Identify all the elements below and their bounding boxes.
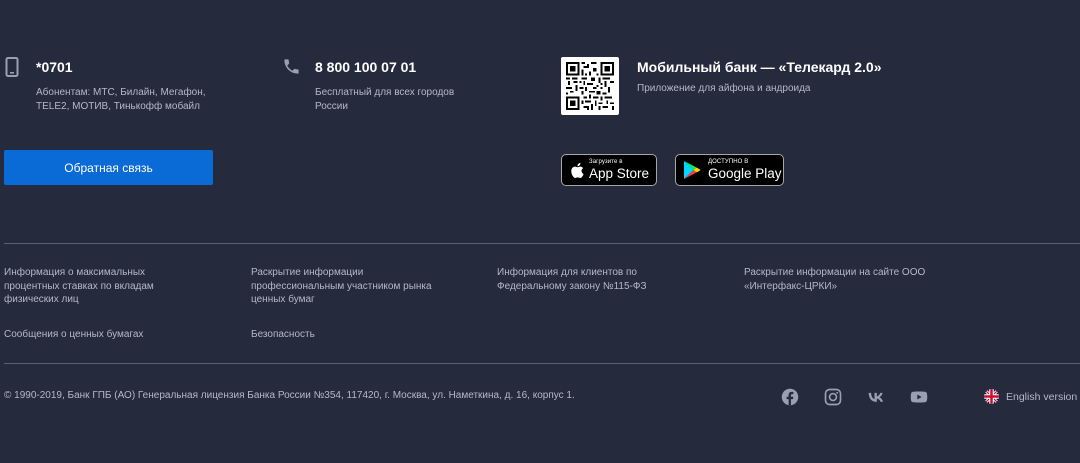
uk-flag-icon [984, 389, 999, 404]
mobile-bank-title: Мобильный банк — «Телекард 2.0» [637, 59, 882, 75]
divider-bottom [4, 363, 1080, 364]
language-switch[interactable]: English version [984, 389, 1077, 404]
contact-description-short-number: Абонентам: МТС, Билайн, Мегафон, TELE2, … [36, 87, 206, 112]
mobile-bank-description: Приложение для айфона и андроида [637, 83, 811, 94]
contact-title-hotline[interactable]: 8 800 100 07 01 [315, 59, 416, 75]
contact-title-short-number[interactable]: *0701 [36, 59, 73, 75]
google-play-big-text: Google Play [708, 166, 782, 181]
instagram-icon[interactable] [823, 387, 842, 406]
contact-description-hotline: Бесплатный для всех городов России [315, 87, 455, 112]
copyright-text: © 1990-2019, Банк ГПБ (АО) Генеральная л… [4, 390, 575, 401]
google-play-small-text: ДОСТУПНО В [708, 159, 749, 165]
qr-code [561, 57, 619, 115]
info-link-securities-disclosure[interactable]: Раскрытие информации профессиональным уч… [251, 266, 451, 307]
info-link-max-rates[interactable]: Информация о максимальных процентных ста… [4, 266, 174, 307]
info-link-security[interactable]: Безопасность [251, 328, 315, 342]
language-label[interactable]: English version [1006, 391, 1077, 403]
youtube-icon[interactable] [909, 387, 928, 406]
app-store-big-text: App Store [589, 166, 650, 181]
google-play-button[interactable]: ДОСТУПНО В Google Play [675, 154, 784, 186]
apple-icon [570, 162, 584, 179]
facebook-icon[interactable] [780, 387, 799, 406]
app-store-small-text: Загрузите в [589, 159, 623, 165]
feedback-button[interactable]: Обратная связь [4, 150, 213, 185]
app-store-button[interactable]: Загрузите в App Store [561, 154, 657, 186]
phone-handset-icon [282, 57, 301, 81]
info-link-115-fz[interactable]: Информация для клиентов по Федеральному … [497, 266, 677, 293]
google-play-icon [683, 160, 701, 180]
vk-icon[interactable] [866, 387, 885, 406]
mobile-phone-icon [5, 57, 19, 82]
qr-code-icon [566, 62, 614, 110]
info-link-interfax[interactable]: Раскрытие информации на сайте ООО «Интер… [744, 266, 944, 293]
divider-top [4, 243, 1080, 244]
info-link-securities-messages[interactable]: Сообщения о ценных бумагах [4, 328, 143, 342]
